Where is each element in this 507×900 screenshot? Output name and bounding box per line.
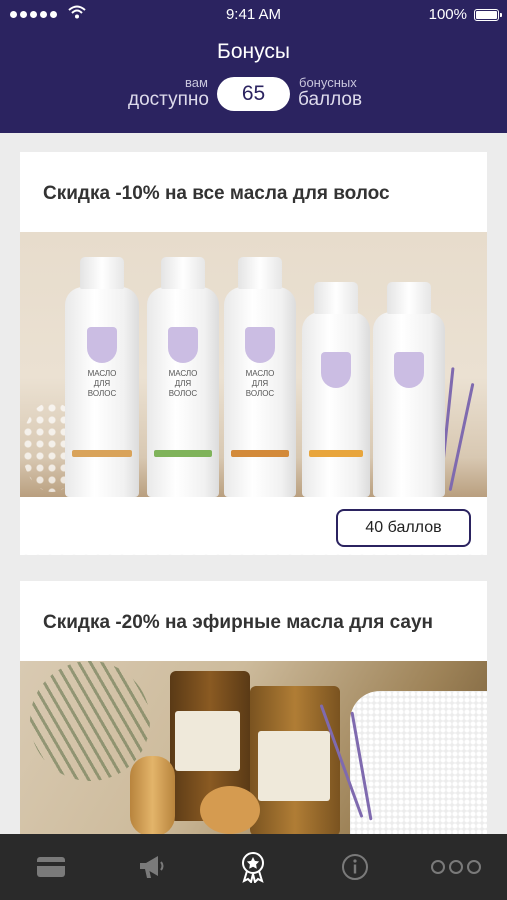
bonus-card-title: Скидка -20% на эфирные масла для саун: [43, 612, 433, 633]
header: 9:41 AM 100% Бонусы вам доступно 65 бону…: [0, 0, 507, 133]
battery-percent: 100%: [428, 6, 467, 23]
battery-icon: [474, 9, 502, 21]
available-label: доступно: [128, 89, 209, 110]
tab-bar: [0, 834, 507, 900]
product-bottle: МАСЛО ДЛЯ ВОЛОС: [147, 257, 219, 497]
tab-news[interactable]: [101, 834, 202, 900]
product-bottle: [373, 282, 445, 497]
more-dots-icon: [431, 860, 482, 874]
info-icon: [341, 854, 368, 880]
card-icon: [36, 857, 65, 877]
points-unit: баллов: [298, 89, 363, 110]
product-bottle: МАСЛО ДЛЯ ВОЛОС: [65, 257, 139, 497]
redeem-price-button[interactable]: 40 баллов: [336, 509, 471, 547]
product-bottle: МАСЛО ДЛЯ ВОЛОС: [224, 257, 296, 497]
tab-card[interactable]: [0, 834, 101, 900]
tab-bonuses[interactable]: [203, 834, 304, 900]
product-photo: [20, 661, 487, 834]
status-bar: 9:41 AM 100%: [0, 0, 507, 30]
product-bottle: [302, 282, 370, 497]
bonus-card[interactable]: Скидка -10% на все масла для волос МАСЛО…: [20, 152, 487, 559]
tab-more[interactable]: [406, 834, 507, 900]
tab-info[interactable]: [304, 834, 405, 900]
bonus-card-title: Скидка -10% на все масла для волос: [43, 183, 390, 204]
page-title: Бонусы: [217, 40, 290, 63]
bonus-card[interactable]: Скидка -20% на эфирные масла для саун: [20, 581, 487, 834]
points-badge: 65: [217, 77, 290, 111]
product-photo: МАСЛО ДЛЯ ВОЛОС МАСЛО ДЛЯ ВОЛОС МАСЛО ДЛЯ В…: [20, 232, 487, 497]
megaphone-icon: [140, 856, 164, 878]
points-summary: вам доступно 65 бонусных баллов: [0, 73, 507, 113]
badge-star-icon: [242, 852, 265, 883]
points-unit-small: бонусных: [299, 75, 357, 90]
available-label-small: вам: [185, 75, 208, 90]
